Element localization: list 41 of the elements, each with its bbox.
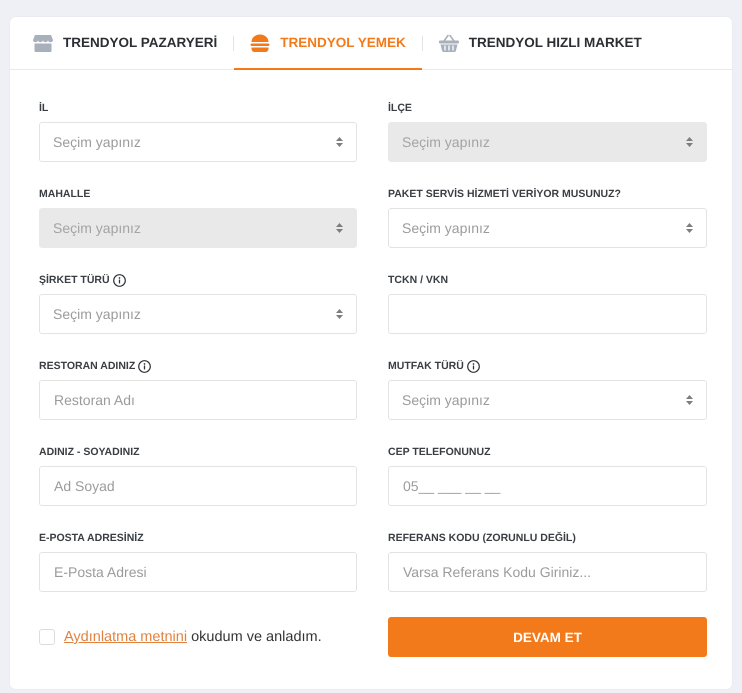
info-icon[interactable] bbox=[466, 360, 480, 372]
field-label: İLÇE bbox=[388, 102, 412, 114]
field-label: İL bbox=[39, 102, 48, 114]
field-label: ŞİRKET TÜRÜ bbox=[39, 274, 110, 286]
field-label: MUTFAK TÜRÜ bbox=[388, 360, 464, 372]
info-icon[interactable] bbox=[112, 274, 126, 286]
tab[interactable]: TRENDYOL YEMEK bbox=[234, 17, 422, 70]
sort-caret-icon bbox=[686, 137, 693, 147]
sort-caret-icon bbox=[336, 223, 343, 233]
select-field[interactable]: Seçim yapınız bbox=[39, 294, 357, 334]
sort-caret-icon bbox=[336, 137, 343, 147]
select-field[interactable]: Seçim yapınız bbox=[388, 208, 707, 248]
select-field[interactable]: Seçim yapınız bbox=[39, 122, 357, 162]
field-label: CEP TELEFONUNUZ bbox=[388, 446, 490, 458]
input-field[interactable] bbox=[388, 294, 707, 334]
input-field[interactable]: E-Posta Adresi bbox=[39, 552, 357, 592]
input-field[interactable]: Ad Soyad bbox=[39, 466, 357, 506]
field-label: E-POSTA ADRESİNİZ bbox=[39, 532, 144, 544]
burger-icon bbox=[250, 34, 270, 52]
field-label: RESTORAN ADINIZ bbox=[39, 360, 136, 372]
checkbox[interactable] bbox=[39, 629, 55, 645]
input-field[interactable]: 05__ ___ __ __ bbox=[388, 466, 707, 506]
tab[interactable]: TRENDYOL PAZARYERİ bbox=[17, 17, 234, 70]
basket-icon bbox=[438, 34, 459, 52]
input-field[interactable]: Restoran Adı bbox=[39, 380, 357, 420]
field-label: REFERANS KODU (ZORUNLU DEĞİL) bbox=[388, 532, 576, 544]
consent-text: Aydınlatma metnini okudum ve anladım. bbox=[64, 629, 322, 645]
field-label: PAKET SERVİS HİZMETİ VERİYOR MUSUNUZ? bbox=[388, 188, 621, 200]
consent-link[interactable]: Aydınlatma metnini bbox=[64, 629, 188, 645]
sort-caret-icon bbox=[686, 223, 693, 233]
field-label: ADINIZ - SOYADINIZ bbox=[39, 446, 140, 458]
continue-button[interactable]: DEVAM ET bbox=[388, 617, 707, 657]
info-icon[interactable] bbox=[138, 360, 152, 372]
select-field[interactable]: Seçim yapınız bbox=[388, 380, 707, 420]
field-label: TCKN / VKN bbox=[388, 274, 448, 286]
sort-caret-icon bbox=[686, 395, 693, 405]
sort-caret-icon bbox=[336, 309, 343, 319]
input-field[interactable]: Varsa Referans Kodu Giriniz... bbox=[388, 552, 707, 592]
storefront-icon bbox=[33, 34, 53, 52]
field-label: MAHALLE bbox=[39, 188, 90, 200]
tab[interactable]: TRENDYOL HIZLI MARKET bbox=[422, 17, 658, 70]
